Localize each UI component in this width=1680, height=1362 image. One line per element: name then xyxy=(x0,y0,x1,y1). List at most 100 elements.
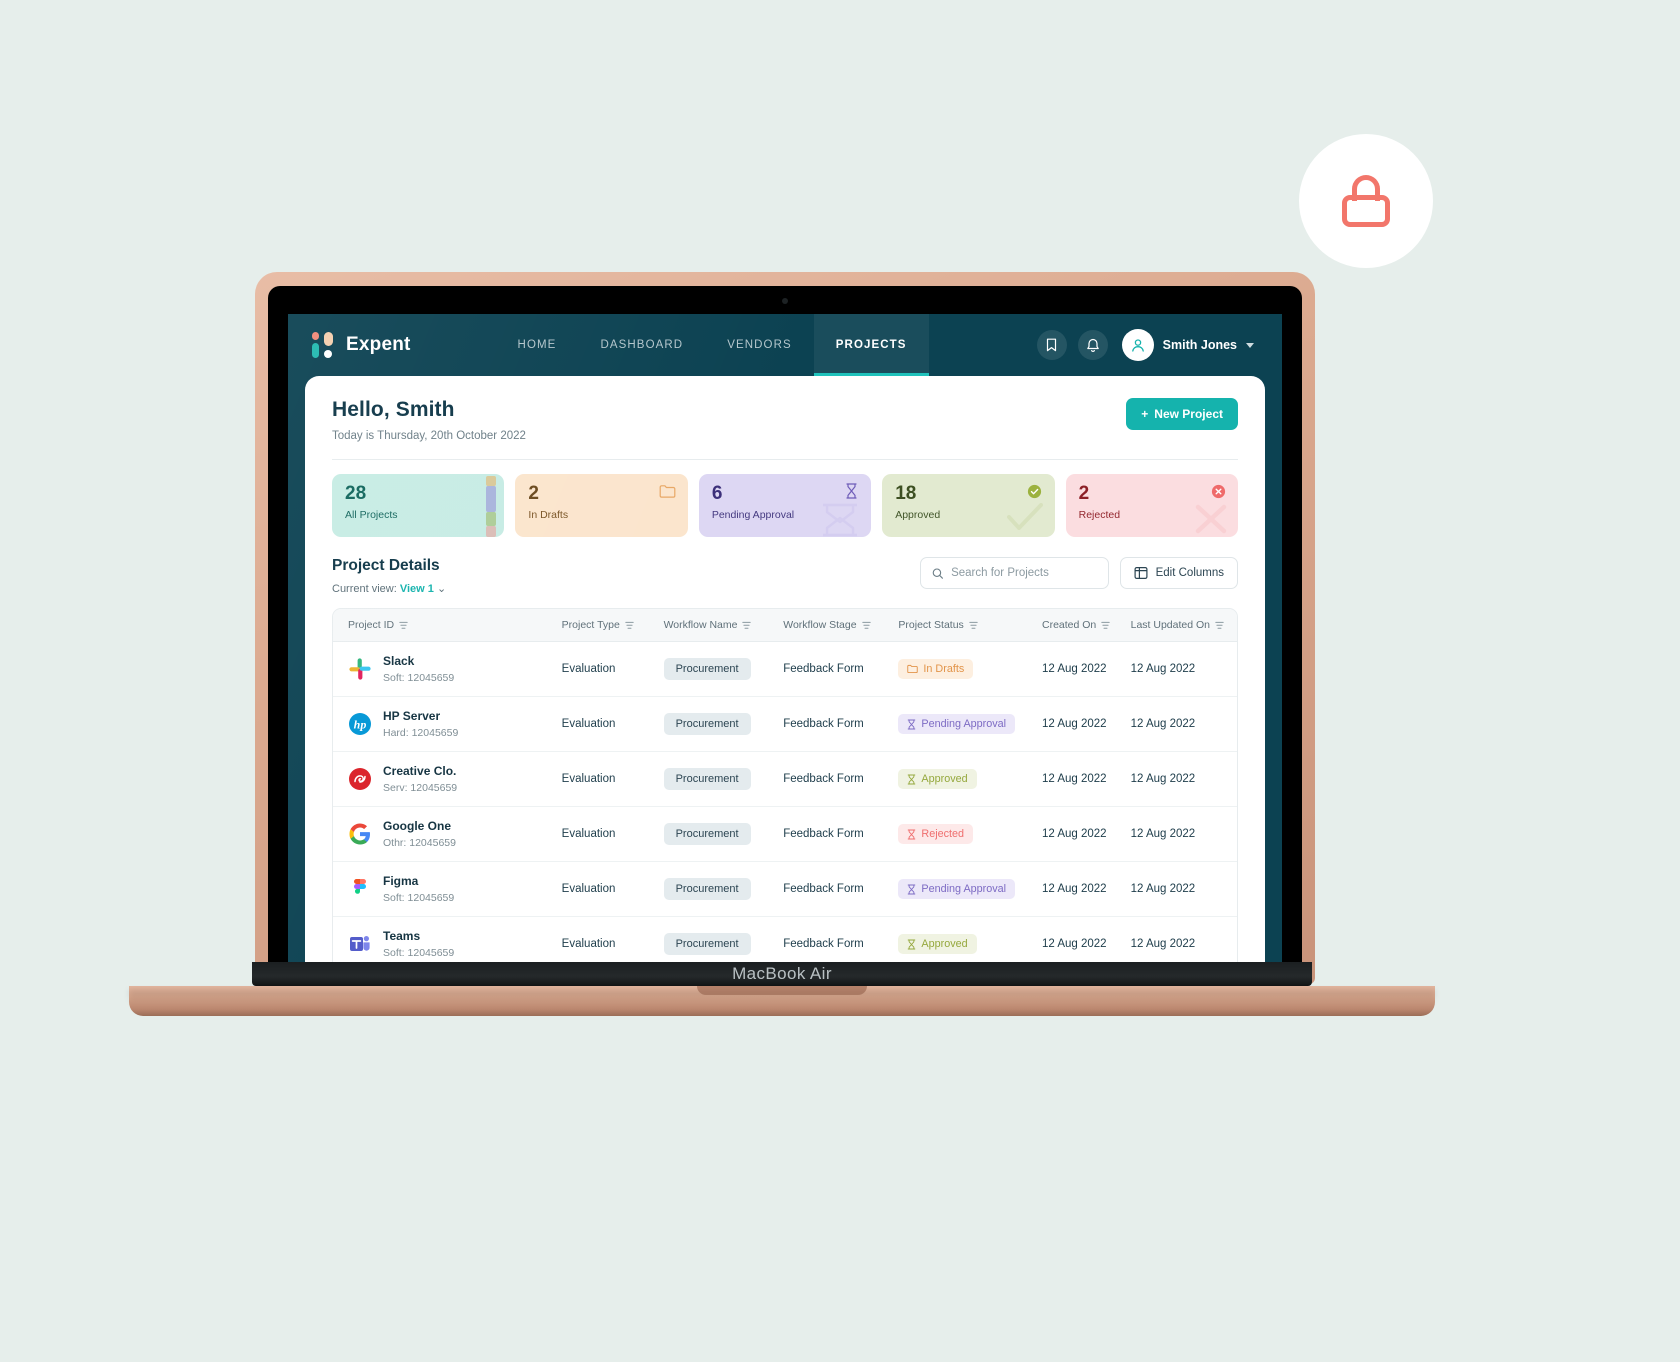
filter-icon xyxy=(399,621,408,629)
laptop-lid: Expent HOME DASHBOARD VENDORS PROJECTS S… xyxy=(255,272,1315,984)
brand-logo[interactable]: Expent xyxy=(312,332,411,358)
cell-project-type: Evaluation xyxy=(561,751,664,807)
column-label: Workflow Stage xyxy=(783,619,857,631)
nav-item-dashboard[interactable]: DASHBOARD xyxy=(578,314,705,376)
cell-project-status: Pending Approval xyxy=(898,696,1042,752)
table-row[interactable]: Creative Clo. Serv: 12045659 Evaluation Pro… xyxy=(333,751,1237,807)
status-badge: Pending Approval xyxy=(898,879,1016,899)
columns-icon xyxy=(1134,567,1148,580)
column-header-project-id[interactable]: Project ID xyxy=(333,609,562,642)
nav-item-vendors[interactable]: VENDORS xyxy=(705,314,814,376)
bars-decoration-icon xyxy=(486,476,497,537)
cell-created-on: 12 Aug 2022 xyxy=(1041,751,1131,807)
hp-logo: hp xyxy=(348,712,372,736)
column-header-last-updated-on[interactable]: Last Updated On xyxy=(1130,609,1237,642)
cell-workflow-stage: Feedback Form xyxy=(783,641,899,697)
workflow-chip: Procurement xyxy=(663,878,751,900)
column-header-project-status[interactable]: Project Status xyxy=(898,609,1042,642)
cell-workflow-name: Procurement xyxy=(663,641,784,697)
cell-last-updated-on: 12 Aug 2022 xyxy=(1130,641,1237,697)
project-id: Soft: 12045659 xyxy=(383,947,455,959)
project-details-header: Project Details Current view: View 1 ⌄ S… xyxy=(332,557,1238,595)
cell-project-type: Evaluation xyxy=(561,696,664,752)
svg-text:hp: hp xyxy=(354,718,367,732)
project-name: Google One xyxy=(383,819,452,833)
bookmark-icon[interactable] xyxy=(1036,330,1067,360)
hourglass-icon xyxy=(842,482,860,500)
google-logo xyxy=(348,822,372,846)
stat-card-pending-approval[interactable]: 6 Pending Approval xyxy=(698,474,872,537)
filter-icon xyxy=(1215,621,1224,629)
hourglass-icon xyxy=(907,774,916,785)
status-badge: Rejected xyxy=(898,824,974,844)
column-label: Workflow Name xyxy=(663,619,738,631)
stat-cards: 28 All Projects 2 In Drafts 6 Pending Ap… xyxy=(332,474,1239,537)
new-project-label: New Project xyxy=(1154,407,1223,421)
cell-project-status: Rejected xyxy=(898,806,1042,862)
table-row[interactable]: Slack Soft: 12045659 Evaluation Procurement… xyxy=(333,641,1237,697)
laptop-base: MacBook Air xyxy=(129,962,1435,1016)
cell-project[interactable]: Slack Soft: 12045659 xyxy=(333,641,562,697)
current-view-value[interactable]: View 1 xyxy=(400,583,434,595)
laptop-shadow xyxy=(129,990,1435,1004)
table-body: Slack Soft: 12045659 Evaluation Procurement… xyxy=(333,641,1237,972)
hourglass-icon xyxy=(907,884,916,895)
user-menu[interactable]: Smith Jones xyxy=(1121,329,1254,361)
check-circle-icon xyxy=(1026,482,1044,500)
cell-created-on: 12 Aug 2022 xyxy=(1041,641,1131,697)
status-badge: Approved xyxy=(898,769,977,789)
nav-item-home[interactable]: HOME xyxy=(496,314,579,376)
cell-project[interactable]: Creative Clo. Serv: 12045659 xyxy=(333,751,562,807)
cell-workflow-name: Procurement xyxy=(663,861,784,917)
cell-workflow-stage: Feedback Form xyxy=(783,861,899,917)
workflow-chip: Procurement xyxy=(663,768,751,790)
edit-columns-button[interactable]: Edit Columns xyxy=(1119,557,1238,589)
cell-project-type: Evaluation xyxy=(561,861,664,917)
user-name: Smith Jones xyxy=(1162,338,1237,352)
stat-label: All Projects xyxy=(345,508,398,521)
workflow-chip: Procurement xyxy=(663,713,751,735)
laptop-hinge: MacBook Air xyxy=(252,962,1312,986)
webcam-icon xyxy=(782,298,788,304)
nav-item-projects[interactable]: PROJECTS xyxy=(813,314,929,376)
column-label: Last Updated On xyxy=(1130,619,1210,631)
search-input[interactable] xyxy=(951,567,1097,579)
cell-project[interactable]: Figma Soft: 12045659 xyxy=(333,861,562,917)
stat-card-in-drafts[interactable]: 2 In Drafts xyxy=(515,474,688,537)
column-header-workflow-stage[interactable]: Workflow Stage xyxy=(783,609,899,642)
teams-logo xyxy=(348,932,372,956)
column-header-project-type[interactable]: Project Type xyxy=(561,609,664,642)
stat-card-all-projects[interactable]: 28 All Projects xyxy=(332,474,505,537)
cell-project[interactable]: hp HP Server Hard: 12045659 xyxy=(333,696,562,752)
bell-icon[interactable] xyxy=(1077,330,1108,360)
cell-workflow-stage: Feedback Form xyxy=(783,806,899,862)
column-header-created-on[interactable]: Created On xyxy=(1041,609,1131,642)
project-details-title: Project Details xyxy=(332,557,440,574)
cell-project[interactable]: Google One Othr: 12045659 xyxy=(333,806,562,862)
column-header-workflow-name[interactable]: Workflow Name xyxy=(663,609,784,642)
stat-card-rejected[interactable]: 2 Rejected xyxy=(1065,474,1239,537)
cell-project-status: Approved xyxy=(898,751,1042,807)
table-row[interactable]: Google One Othr: 12045659 Evaluation Procur… xyxy=(333,806,1237,862)
project-id: Soft: 12045659 xyxy=(383,672,455,684)
stat-card-approved[interactable]: 18 Approved xyxy=(882,474,1055,537)
table-row[interactable]: hp HP Server Hard: 12045659 Evaluation Procu… xyxy=(333,696,1237,752)
cell-project-type: Evaluation xyxy=(561,641,664,697)
workflow-chip: Procurement xyxy=(663,658,751,680)
table-row[interactable]: Figma Soft: 12045659 Evaluation Procurement… xyxy=(333,861,1237,917)
projects-table: Project ID Project Type Workflow Name Wo… xyxy=(332,608,1238,972)
plus-icon: + xyxy=(1141,407,1149,421)
project-name: Slack xyxy=(383,654,415,668)
hourglass-icon xyxy=(907,719,916,730)
cell-last-updated-on: 12 Aug 2022 xyxy=(1130,751,1237,807)
figma-logo xyxy=(348,877,372,901)
filter-icon xyxy=(969,621,978,629)
search-box[interactable] xyxy=(919,557,1109,589)
adobe-logo xyxy=(348,767,372,791)
column-label: Created On xyxy=(1041,619,1097,631)
new-project-button[interactable]: + New Project xyxy=(1126,398,1238,430)
nav-links: HOME DASHBOARD VENDORS PROJECTS xyxy=(496,314,929,376)
cell-workflow-name: Procurement xyxy=(663,696,784,752)
status-badge: In Drafts xyxy=(898,659,974,679)
chevron-down-icon[interactable]: ⌄ xyxy=(437,583,446,595)
